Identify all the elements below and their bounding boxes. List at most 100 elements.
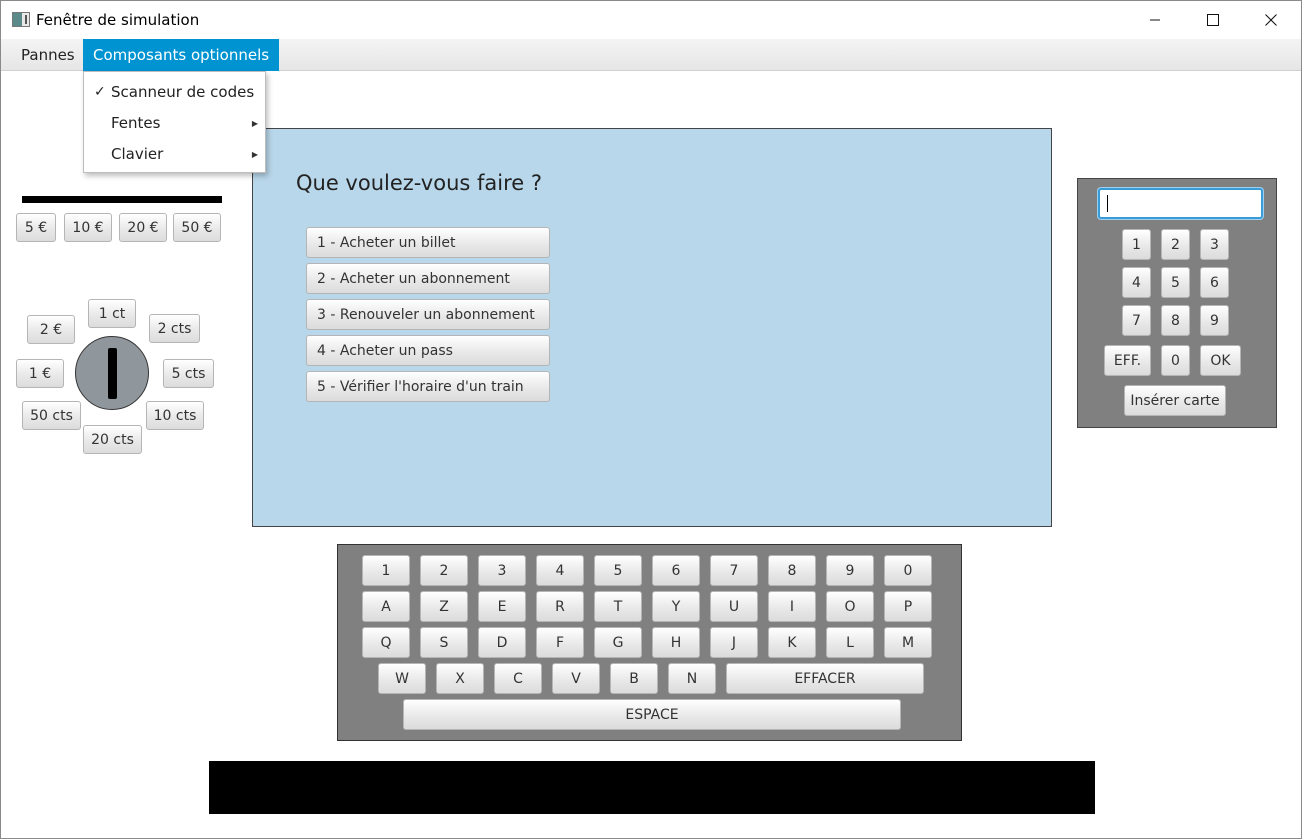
key-u[interactable]: U [710, 591, 758, 622]
key-0[interactable]: 0 [884, 555, 932, 586]
key-h[interactable]: H [652, 627, 700, 658]
key-l[interactable]: L [826, 627, 874, 658]
pin-key-4[interactable]: 4 [1122, 267, 1151, 298]
pin-key-0[interactable]: 0 [1161, 345, 1190, 376]
coin-2cts-button[interactable]: 2 cts [149, 314, 200, 343]
key-5[interactable]: 5 [594, 555, 642, 586]
key-x[interactable]: X [436, 663, 484, 694]
key-p[interactable]: P [884, 591, 932, 622]
close-icon [1265, 14, 1277, 26]
maximize-button[interactable] [1184, 1, 1242, 39]
pin-key-9[interactable]: 9 [1200, 305, 1229, 336]
pin-key-6[interactable]: 6 [1200, 267, 1229, 298]
key-erase[interactable]: EFFACER [726, 663, 924, 694]
key-space[interactable]: ESPACE [403, 699, 901, 730]
bill-10-button[interactable]: 10 € [64, 213, 112, 242]
key-g[interactable]: G [594, 627, 642, 658]
key-a[interactable]: A [362, 591, 410, 622]
menu-composants-optionnels[interactable]: Composants optionnels [83, 39, 280, 71]
key-z[interactable]: Z [420, 591, 468, 622]
ticket-output-slot [209, 761, 1095, 814]
menu-item-label: Fentes [111, 114, 161, 132]
key-c[interactable]: C [494, 663, 542, 694]
bill-50-button[interactable]: 50 € [173, 213, 221, 242]
key-7[interactable]: 7 [710, 555, 758, 586]
coin-slot-opening [108, 348, 117, 399]
key-f[interactable]: F [536, 627, 584, 658]
menu-item-scanneur-de-codes[interactable]: ✓ Scanneur de codes [84, 77, 265, 108]
key-j[interactable]: J [710, 627, 758, 658]
pin-key-3[interactable]: 3 [1200, 229, 1229, 260]
check-icon: ✓ [94, 84, 106, 100]
pin-erase-button[interactable]: EFF. [1104, 345, 1151, 376]
key-4[interactable]: 4 [536, 555, 584, 586]
key-n[interactable]: N [668, 663, 716, 694]
pin-key-8[interactable]: 8 [1161, 305, 1190, 336]
coin-5cts-button[interactable]: 5 cts [163, 359, 214, 388]
menu-item-label: Clavier [111, 145, 164, 163]
keyboard-panel: 1 2 3 4 5 6 7 8 9 0 A Z E R T Y U I O P Q S D F G H J K L M W X C V B N EFFA… [337, 544, 962, 741]
coin-20cts-button[interactable]: 20 cts [83, 425, 142, 454]
pin-key-1[interactable]: 1 [1122, 229, 1151, 260]
menu-item-clavier[interactable]: Clavier ▶ [84, 139, 265, 170]
text-caret [1107, 195, 1108, 212]
main-screen: Que voulez-vous faire ? 1 - Acheter un b… [252, 128, 1052, 527]
dropdown-menu: ✓ Scanneur de codes Fentes ▶ Clavier ▶ [83, 71, 266, 173]
key-r[interactable]: R [536, 591, 584, 622]
pin-ok-button[interactable]: OK [1200, 345, 1241, 376]
key-d[interactable]: D [478, 627, 526, 658]
option-renew-subscription-button[interactable]: 3 - Renouveler un abonnement [306, 299, 550, 330]
menu-item-fentes[interactable]: Fentes ▶ [84, 108, 265, 139]
key-q[interactable]: Q [362, 627, 410, 658]
key-v[interactable]: V [552, 663, 600, 694]
minimize-button[interactable] [1126, 1, 1184, 39]
option-check-schedule-button[interactable]: 5 - Vérifier l'horaire d'un train [306, 371, 550, 402]
key-k[interactable]: K [768, 627, 816, 658]
key-s[interactable]: S [420, 627, 468, 658]
key-2[interactable]: 2 [420, 555, 468, 586]
maximize-icon [1207, 14, 1219, 26]
submenu-arrow-icon: ▶ [251, 119, 258, 128]
coin-2eur-button[interactable]: 2 € [27, 315, 75, 344]
bill-5-button[interactable]: 5 € [16, 213, 56, 242]
card-reader-panel: 1 2 3 4 5 6 7 8 9 EFF. 0 OK Insérer cart… [1077, 178, 1277, 428]
key-t[interactable]: T [594, 591, 642, 622]
key-w[interactable]: W [378, 663, 426, 694]
key-o[interactable]: O [826, 591, 874, 622]
key-b[interactable]: B [610, 663, 658, 694]
key-i[interactable]: I [768, 591, 816, 622]
key-3[interactable]: 3 [478, 555, 526, 586]
coin-10cts-button[interactable]: 10 cts [146, 401, 204, 430]
option-buy-pass-button[interactable]: 4 - Acheter un pass [306, 335, 550, 366]
pin-key-5[interactable]: 5 [1161, 267, 1190, 298]
screen-question: Que voulez-vous faire ? [296, 171, 543, 195]
key-1[interactable]: 1 [362, 555, 410, 586]
option-buy-ticket-button[interactable]: 1 - Acheter un billet [306, 227, 550, 258]
key-m[interactable]: M [884, 627, 932, 658]
pin-input[interactable] [1098, 188, 1263, 219]
key-y[interactable]: Y [652, 591, 700, 622]
pin-key-2[interactable]: 2 [1161, 229, 1190, 260]
app-icon [12, 12, 30, 27]
submenu-arrow-icon: ▶ [251, 150, 258, 159]
coin-1ct-button[interactable]: 1 ct [88, 299, 136, 328]
title-bar: Fenêtre de simulation [1, 1, 1301, 39]
menu-pannes[interactable]: Pannes [11, 39, 85, 71]
close-button[interactable] [1242, 1, 1300, 39]
coin-50cts-button[interactable]: 50 cts [22, 401, 81, 430]
menu-bar: Pannes Composants optionnels [1, 39, 1301, 71]
insert-card-button[interactable]: Insérer carte [1124, 385, 1226, 416]
bill-slot [22, 196, 222, 203]
app-window: Fenêtre de simulation Pannes Composants … [0, 0, 1302, 839]
window-title: Fenêtre de simulation [36, 11, 200, 29]
coin-1eur-button[interactable]: 1 € [16, 359, 64, 388]
key-6[interactable]: 6 [652, 555, 700, 586]
menu-item-label: Scanneur de codes [111, 83, 255, 101]
key-e[interactable]: E [478, 591, 526, 622]
pin-key-7[interactable]: 7 [1122, 305, 1151, 336]
option-buy-subscription-button[interactable]: 2 - Acheter un abonnement [306, 263, 550, 294]
bill-20-button[interactable]: 20 € [119, 213, 167, 242]
key-9[interactable]: 9 [826, 555, 874, 586]
key-8[interactable]: 8 [768, 555, 816, 586]
minimize-icon [1150, 19, 1160, 21]
